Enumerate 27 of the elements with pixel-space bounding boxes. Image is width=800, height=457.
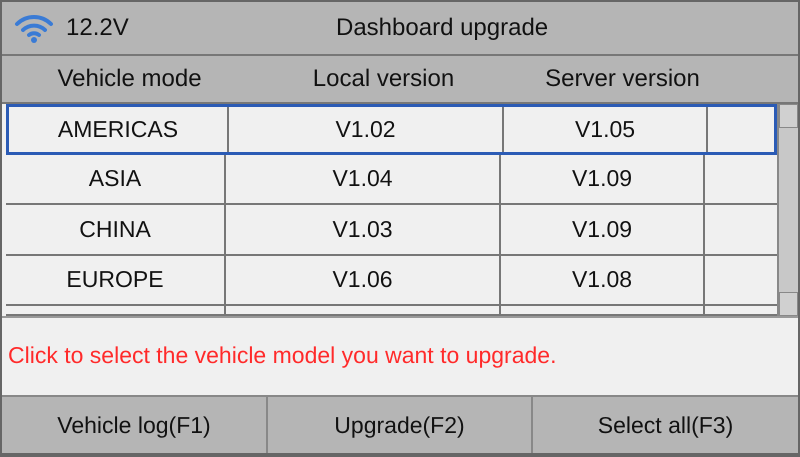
table-cell: V1.06	[226, 256, 501, 304]
hint-message: Click to select the vehicle model you want to upgrade.	[2, 316, 798, 395]
table-cell: CHINA	[6, 205, 226, 254]
scrollbar[interactable]	[777, 104, 798, 316]
table-cell: V1.03	[226, 205, 501, 254]
column-header: Local version	[312, 65, 456, 93]
table-row[interactable]: AMERICAS V1.02 V1.05	[6, 104, 777, 155]
table-cell: V1.02	[229, 107, 504, 152]
column-header: Server version	[544, 65, 701, 93]
window-title: Dashboard upgrade	[336, 14, 548, 42]
column-header: Vehicle mode	[56, 65, 203, 93]
table-cell: EUROPE	[6, 256, 226, 304]
table-cell: V1.08	[501, 256, 705, 304]
table-row[interactable]: CHINA V1.03 V1.09	[6, 205, 777, 256]
table-cell: V1.04	[226, 154, 501, 204]
table-cell: AMERICAS	[9, 107, 229, 152]
voltage-label: 12.2V	[66, 14, 130, 42]
function-button[interactable]: Vehicle log(F1)	[2, 397, 268, 453]
function-button[interactable]: Select all(F3)	[533, 397, 798, 453]
table-cell: V1.09	[501, 205, 705, 254]
function-button[interactable]: Upgrade(F2)	[268, 397, 533, 453]
table-cell: ASIA	[6, 154, 226, 204]
table-cell: V1.09	[501, 154, 705, 204]
table-row[interactable]: EUROPE V1.06 V1.08	[6, 256, 777, 306]
wifi-icon	[14, 13, 54, 43]
table-row[interactable]: ASIA V1.04 V1.09	[6, 154, 777, 206]
table-cell: V1.05	[504, 107, 708, 152]
